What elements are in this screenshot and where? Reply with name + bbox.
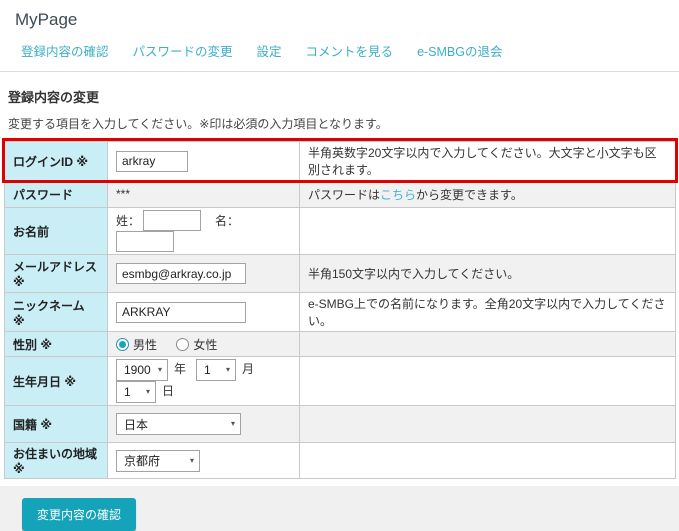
last-name-input[interactable] <box>143 210 202 231</box>
row-name: お名前 姓： 名： <box>4 207 676 255</box>
password-change-link[interactable]: こちら <box>380 188 416 202</box>
row-login-id: ログインID ※ 半角英数字20文字以内で入力してください。大文字と小文字も区別… <box>4 141 676 181</box>
gender-female-radio[interactable] <box>176 337 190 351</box>
nav-link-withdraw[interactable]: e-SMBGの退会 <box>417 41 502 60</box>
gender-female-label: 女性 <box>193 337 218 352</box>
gender-male-radio[interactable] <box>116 337 129 351</box>
dropdown-caret-icon: ▾ <box>145 387 150 396</box>
birth-day-value: 1 <box>124 385 131 399</box>
instruction-text: 変更する項目を入力してください。※印は必須の入力項目となります。 <box>8 117 388 131</box>
row-nickname: ニックネーム ※ e-SMBG上での名前になります。全角20文字以内で入力してく… <box>4 292 676 332</box>
region-select[interactable]: 京都府 ▾ <box>116 449 200 472</box>
field-label-region: お住まいの地域 ※ <box>4 442 108 479</box>
gender-male-label: 男性 <box>133 337 158 352</box>
submit-button[interactable]: 変更内容の確認 <box>22 498 137 531</box>
nav-link-settings[interactable]: 設定 <box>257 41 282 60</box>
nav-link-confirm-registration[interactable]: 登録内容の確認 <box>21 41 109 60</box>
nickname-input[interactable] <box>116 301 246 323</box>
birth-year-select[interactable]: 1900 ▾ <box>116 359 168 381</box>
name-hint <box>299 207 676 255</box>
page-title: MyPage <box>15 10 78 29</box>
row-nationality: 国籍 ※ 日本 ▾ <box>4 405 676 443</box>
field-label-email: メールアドレス ※ <box>4 254 108 293</box>
login-id-hint: 半角英数字20文字以内で入力してください。大文字と小文字も区別されます。 <box>299 141 676 181</box>
birth-month-select[interactable]: 1 ▾ <box>196 359 237 381</box>
field-label-nickname: ニックネーム ※ <box>4 292 108 332</box>
password-hint-suffix: から変更できます。 <box>416 187 523 202</box>
dropdown-caret-icon: ▾ <box>230 419 235 428</box>
nickname-hint: e-SMBG上での名前になります。全角20文字以内で入力してください。 <box>299 292 676 332</box>
footer-area: 変更内容の確認 <box>0 486 679 531</box>
row-password: パスワード *** パスワードはこちらから変更できます。 <box>4 180 676 208</box>
field-label-birthdate: 生年月日 ※ <box>4 356 108 406</box>
row-gender: 性別 ※ 男性 女性 <box>4 331 676 357</box>
dropdown-caret-icon: ▾ <box>189 455 194 465</box>
section-heading: 登録内容の変更 <box>8 90 100 105</box>
region-hint <box>299 442 676 479</box>
row-email: メールアドレス ※ 半角150文字以内で入力してください。 <box>4 254 676 293</box>
nav-link-change-password[interactable]: パスワードの変更 <box>133 41 233 60</box>
top-nav: 登録内容の確認 パスワードの変更 設定 コメントを見る e-SMBGの退会 <box>0 34 679 72</box>
row-birthdate: 生年月日 ※ 1900 ▾ 年 1 ▾ 月 1 ▾ 日 <box>4 356 676 406</box>
dropdown-caret-icon: ▾ <box>157 365 162 374</box>
dropdown-caret-icon: ▾ <box>226 365 231 374</box>
month-unit-label: 月 <box>242 362 255 377</box>
region-value: 京都府 <box>124 454 161 468</box>
gender-hint <box>299 331 676 357</box>
nationality-value: 日本 <box>124 417 149 432</box>
password-hint: パスワードはこちらから変更できます。 <box>299 180 676 208</box>
birthdate-hint <box>299 356 676 406</box>
year-unit-label: 年 <box>174 362 187 377</box>
field-label-nationality: 国籍 ※ <box>4 405 108 443</box>
first-name-input[interactable] <box>116 231 174 252</box>
login-id-input[interactable] <box>116 150 188 172</box>
last-name-label: 姓： <box>116 213 141 228</box>
field-label-login-id: ログインID ※ <box>4 141 108 181</box>
registration-form-table: ログインID ※ 半角英数字20文字以内で入力してください。大文字と小文字も区別… <box>4 141 676 479</box>
field-label-password: パスワード <box>4 180 108 208</box>
email-hint: 半角150文字以内で入力してください。 <box>299 254 676 293</box>
row-region: お住まいの地域 ※ 京都府 ▾ <box>4 442 676 479</box>
field-label-name: お名前 <box>4 207 108 255</box>
password-hint-prefix: パスワードは <box>308 187 381 202</box>
birth-month-value: 1 <box>204 363 211 377</box>
email-input[interactable] <box>116 263 246 284</box>
registration-form: ログインID ※ 半角英数字20文字以内で入力してください。大文字と小文字も区別… <box>2 138 678 479</box>
first-name-label: 名： <box>215 213 240 228</box>
day-unit-label: 日 <box>162 384 175 399</box>
birth-day-select[interactable]: 1 ▾ <box>116 381 156 403</box>
password-masked-value: *** <box>107 180 300 208</box>
radio-dot-icon <box>119 340 126 348</box>
nav-link-view-comments[interactable]: コメントを見る <box>306 41 394 60</box>
nationality-hint <box>299 405 676 443</box>
birth-year-value: 1900 <box>124 363 151 377</box>
nationality-select[interactable]: 日本 ▾ <box>116 413 241 435</box>
field-label-gender: 性別 ※ <box>4 331 108 357</box>
